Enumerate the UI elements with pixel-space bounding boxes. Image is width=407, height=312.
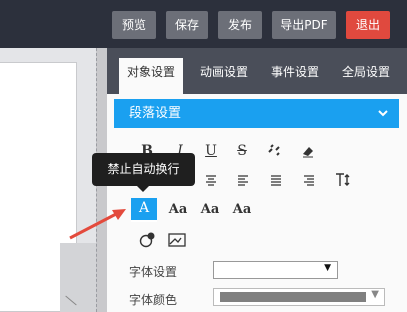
paragraph-settings-header[interactable]: 段落设置 — [114, 99, 399, 128]
underline-icon[interactable]: U — [200, 140, 222, 162]
font-color-picker[interactable]: ▼ — [213, 288, 385, 306]
align-justify-icon[interactable] — [265, 169, 287, 191]
link-icon[interactable] — [136, 229, 158, 251]
tab-global-settings[interactable]: 全局设置 — [335, 58, 397, 94]
tooltip-tail — [137, 186, 149, 192]
tab-object-settings[interactable]: 对象设置 — [119, 58, 183, 94]
align-left-icon[interactable] — [232, 169, 254, 191]
publish-button[interactable]: 发布 — [218, 11, 262, 39]
font-size-icon[interactable]: Aa — [167, 199, 189, 221]
tab-animation-settings[interactable]: 动画设置 — [193, 58, 255, 94]
align-center-icon[interactable] — [200, 169, 222, 191]
font-size-glyph: Aa — [168, 202, 188, 217]
preview-button[interactable]: 预览 — [112, 11, 156, 39]
no-wrap-icon[interactable]: A — [131, 198, 157, 222]
section-title: 段落设置 — [129, 106, 182, 121]
eraser-icon[interactable] — [297, 140, 319, 162]
chevron-down-icon: ▼ — [371, 289, 379, 300]
strikethrough-icon[interactable]: S — [231, 140, 253, 162]
no-wrap-glyph: A — [138, 200, 150, 216]
subscript-glyph: Aa — [232, 202, 252, 217]
tooltip: 禁止自动换行 — [92, 153, 195, 186]
insert-image-icon[interactable] — [166, 229, 188, 251]
exit-button[interactable]: 退出 — [346, 11, 390, 39]
superscript-glyph: Aa — [200, 202, 220, 217]
save-button[interactable]: 保存 — [166, 11, 208, 39]
font-color-label: 字体颜色 — [129, 293, 178, 307]
tab-event-settings[interactable]: 事件设置 — [264, 58, 326, 94]
pointer-arrow-icon — [69, 209, 126, 240]
color-swatch — [220, 292, 366, 302]
panel-tabs: 对象设置 动画设置 事件设置 全局设置 — [107, 48, 407, 94]
unlink-icon[interactable] — [263, 140, 285, 162]
subscript-icon[interactable]: Aa — [231, 199, 253, 221]
superscript-icon[interactable]: Aa — [199, 199, 221, 221]
font-setting-label: 字体设置 — [129, 265, 178, 279]
line-height-icon[interactable] — [332, 169, 354, 191]
font-setting-select[interactable]: ▼ — [213, 261, 338, 279]
export-pdf-button[interactable]: 导出PDF — [272, 11, 336, 39]
dropdown-arrow-icon: ▼ — [324, 263, 331, 273]
top-toolbar: 预览 保存 发布 导出PDF 退出 — [0, 0, 407, 48]
canvas-shadow — [60, 243, 96, 312]
align-right-icon[interactable] — [298, 169, 320, 191]
chevron-down-icon — [377, 99, 389, 130]
